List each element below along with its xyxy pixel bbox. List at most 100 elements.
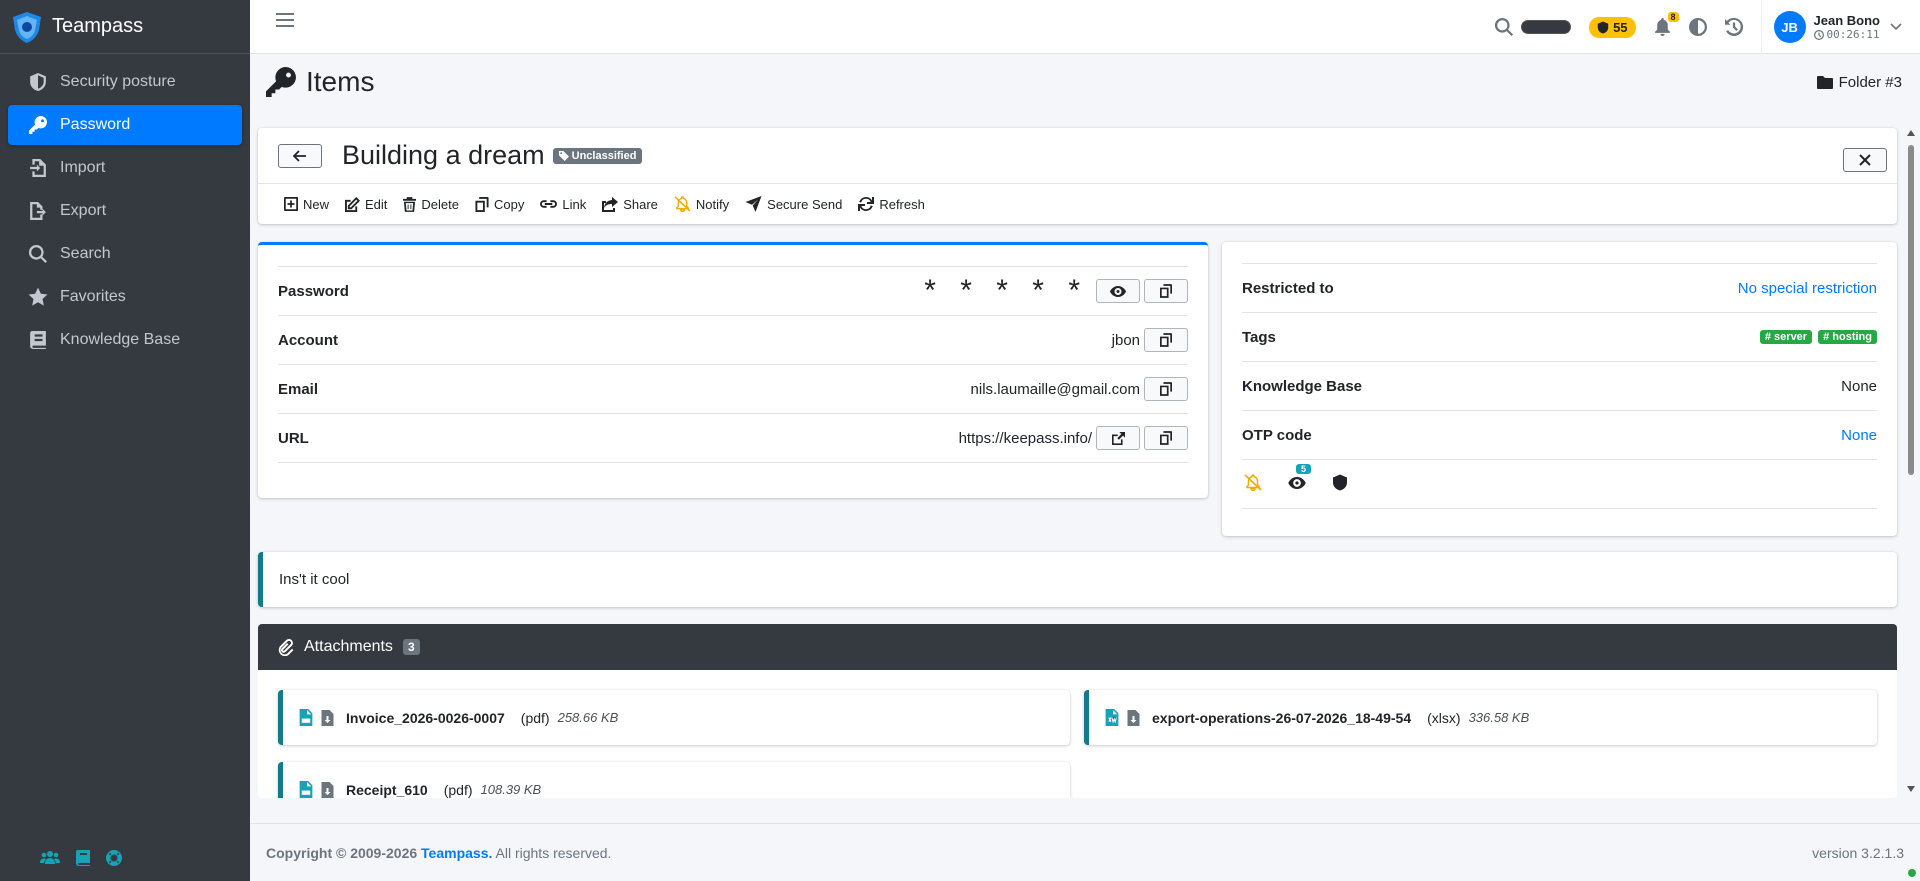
- tag-server[interactable]: # server: [1759, 330, 1813, 344]
- classification-label: Unclassified: [571, 149, 637, 162]
- copy-icon: [1160, 284, 1172, 298]
- sidebar-nav: Security posture Password Import Export …: [0, 54, 250, 371]
- classification-badge: Unclassified: [552, 147, 643, 164]
- bell-slash-icon: [674, 196, 691, 212]
- session-timer-value: 00:26:11: [1826, 28, 1880, 41]
- scroll-up-arrow[interactable]: [1907, 130, 1915, 136]
- email-value-group: nils.laumaille@gmail.com: [971, 377, 1188, 401]
- open-url-button[interactable]: [1096, 426, 1140, 450]
- account-value: jbon: [1111, 331, 1140, 349]
- refresh-button[interactable]: Refresh: [858, 196, 925, 212]
- page-title: Items: [306, 66, 375, 97]
- delete-button[interactable]: Delete: [403, 197, 459, 212]
- otp-label: OTP code: [1242, 426, 1312, 444]
- attachments-header: Attachments 3: [258, 624, 1897, 670]
- attachments-title: Attachments: [304, 638, 393, 655]
- sidebar-item-label: Password: [60, 116, 131, 133]
- scroll-down-arrow[interactable]: [1907, 786, 1915, 792]
- download-icon[interactable]: [1127, 709, 1140, 726]
- trash-icon: [403, 196, 417, 212]
- edit-icon: [345, 196, 361, 212]
- otp-value[interactable]: None: [1841, 427, 1877, 444]
- copy-password-button[interactable]: [1144, 279, 1188, 303]
- copy-email-button[interactable]: [1144, 377, 1188, 401]
- folder-name: Folder #3: [1838, 74, 1902, 91]
- sidebar-item-label: Favorites: [60, 288, 126, 305]
- attachment-size: 108.39 KB: [480, 782, 542, 797]
- link-button[interactable]: Link: [540, 197, 586, 212]
- sidebar-item-knowledge-base[interactable]: Knowledge Base: [8, 320, 242, 360]
- copy-icon: [1160, 431, 1172, 445]
- sidebar-item-label: Export: [60, 202, 107, 219]
- search-shortcut-pill[interactable]: [1521, 20, 1572, 34]
- secure-send-button[interactable]: Secure Send: [745, 196, 842, 212]
- attachment-item[interactable]: Invoice_2026-0026-0007 (pdf) 258.66 KB: [278, 690, 1070, 745]
- hamburger-menu-icon[interactable]: [276, 13, 294, 29]
- new-button[interactable]: New: [284, 197, 329, 212]
- attachment-item[interactable]: Receipt_610 (pdf) 108.39 KB: [278, 762, 1070, 798]
- copy-icon: [1160, 333, 1172, 347]
- tag-icon: [558, 150, 569, 161]
- tag-hosting[interactable]: # hosting: [1818, 330, 1877, 344]
- folder-breadcrumb[interactable]: Folder #3: [1816, 74, 1902, 91]
- email-row: Email nils.laumaille@gmail.com: [278, 365, 1188, 414]
- attachment-item[interactable]: export-operations-26-07-2026_18-49-54 (x…: [1084, 690, 1877, 745]
- footer-brand-link[interactable]: Teampass.: [421, 845, 492, 861]
- url-label: URL: [278, 429, 309, 447]
- sidebar-item-password[interactable]: Password: [8, 105, 242, 145]
- edit-button[interactable]: Edit: [345, 196, 387, 212]
- download-icon[interactable]: [321, 781, 334, 798]
- sidebar-item-search[interactable]: Search: [8, 234, 242, 274]
- shield-icon: [1597, 21, 1609, 33]
- sidebar-item-label: Knowledge Base: [60, 331, 181, 348]
- tag-list: # server # hosting: [1759, 330, 1877, 344]
- url-value: https://keepass.info/: [958, 429, 1092, 447]
- shield-icon[interactable]: [1332, 474, 1348, 495]
- item-header: Building a dream Unclassified: [258, 128, 1897, 184]
- show-password-button[interactable]: [1096, 279, 1140, 303]
- back-button[interactable]: [278, 143, 322, 168]
- sidebar-item-export[interactable]: Export: [8, 191, 242, 231]
- tags-label: Tags: [1242, 328, 1276, 346]
- copyright: Copyright © 2009-2026 Teampass. All righ…: [266, 845, 611, 861]
- close-button[interactable]: [1843, 148, 1887, 172]
- notify-button[interactable]: Notify: [674, 196, 729, 212]
- file-pdf-icon: [299, 709, 313, 726]
- teampass-logo-icon: [13, 11, 41, 43]
- download-icon[interactable]: [321, 709, 334, 726]
- password-row: Password * * * * *: [278, 267, 1188, 316]
- bell-slash-icon[interactable]: [1244, 473, 1262, 495]
- brand[interactable]: Teampass: [0, 0, 250, 54]
- copy-account-button[interactable]: [1144, 328, 1188, 352]
- sidebar-item-favorites[interactable]: Favorites: [8, 277, 242, 317]
- item-fields-card: Password * * * * * Account jbon Email ni…: [258, 242, 1208, 498]
- sidebar-item-import[interactable]: Import: [8, 148, 242, 188]
- copy-button[interactable]: Copy: [475, 196, 524, 212]
- users-icon[interactable]: [40, 850, 60, 870]
- restricted-value[interactable]: No special restriction: [1738, 280, 1877, 297]
- notifications-button[interactable]: 8: [1654, 12, 1679, 36]
- link-label: Link: [562, 196, 587, 212]
- share-button[interactable]: Share: [602, 196, 658, 212]
- views-counter[interactable]: 5: [1288, 463, 1312, 493]
- theme-toggle[interactable]: [1688, 18, 1707, 36]
- global-search[interactable]: [1495, 18, 1572, 36]
- copy-url-button[interactable]: [1144, 426, 1188, 450]
- restricted-label: Restricted to: [1242, 279, 1334, 297]
- scrollbar-thumb[interactable]: [1908, 145, 1914, 475]
- knowledge-base-label: Knowledge Base: [1242, 377, 1363, 395]
- history-button[interactable]: [1724, 18, 1743, 36]
- user-menu[interactable]: JB Jean Bono 00:26:11: [1760, 0, 1920, 54]
- item-title: Building a dream: [342, 140, 545, 170]
- share-label: Share: [623, 196, 658, 212]
- life-ring-icon[interactable]: [106, 850, 122, 870]
- item-description: Ins't it cool: [258, 552, 1897, 607]
- close-icon: [1859, 154, 1871, 166]
- book-icon[interactable]: [76, 850, 90, 870]
- password-value: * * * * *: [924, 274, 1088, 307]
- content-header: Items: [266, 66, 374, 98]
- security-score-badge[interactable]: 55: [1589, 16, 1636, 38]
- sidebar-item-security-posture[interactable]: Security posture: [8, 62, 242, 102]
- footer: Copyright © 2009-2026 Teampass. All righ…: [250, 823, 1920, 881]
- item-info: Restricted to No special restriction Tag…: [1242, 263, 1877, 509]
